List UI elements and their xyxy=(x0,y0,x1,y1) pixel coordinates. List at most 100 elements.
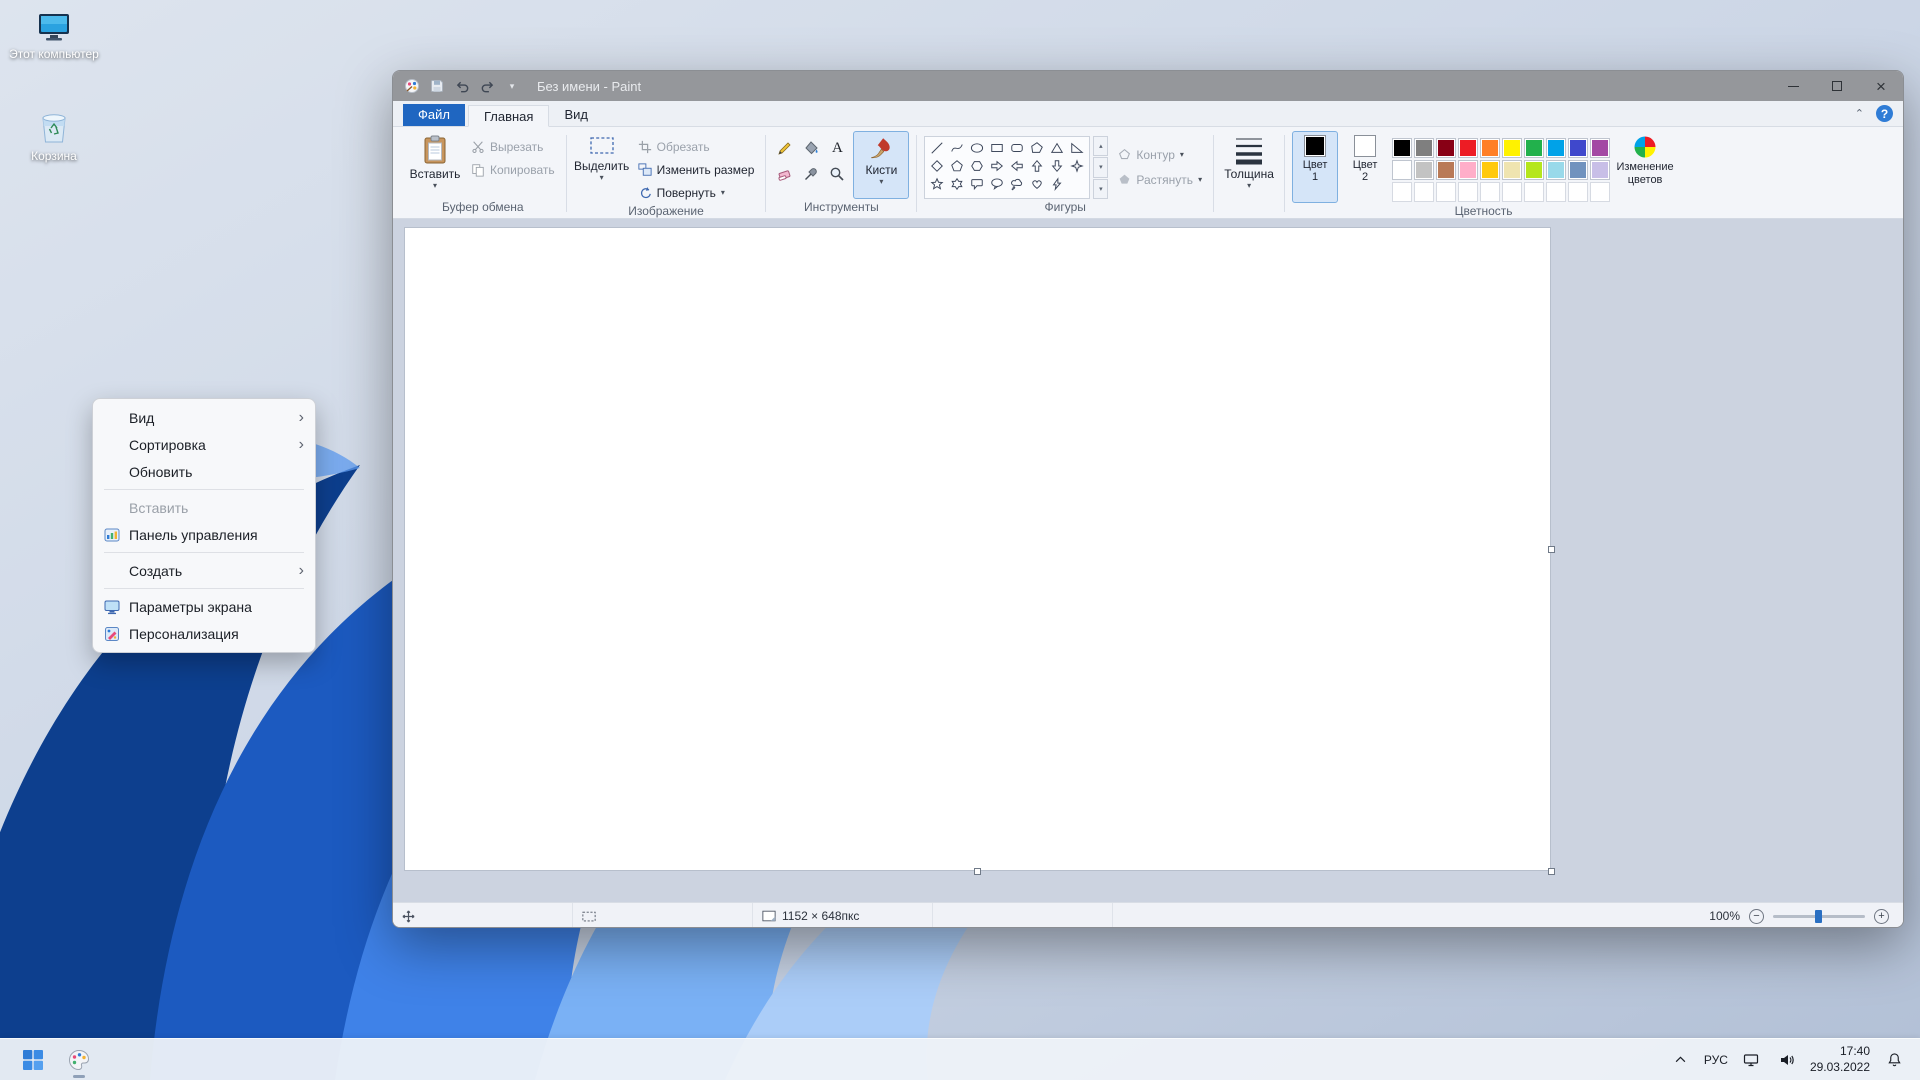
context-menu-item-9[interactable]: Параметры экрана xyxy=(97,593,311,620)
shape-oval[interactable] xyxy=(967,139,987,157)
palette-empty-slot[interactable] xyxy=(1480,182,1500,202)
palette-color-swatch[interactable] xyxy=(1392,138,1412,158)
shape-arrow-right[interactable] xyxy=(987,157,1007,175)
context-menu-item-7[interactable]: Создать› xyxy=(97,557,311,584)
shape-diamond[interactable] xyxy=(927,157,947,175)
shape-oval-callout[interactable] xyxy=(987,175,1007,193)
palette-color-swatch[interactable] xyxy=(1502,138,1522,158)
palette-empty-slot[interactable] xyxy=(1458,182,1478,202)
save-button[interactable] xyxy=(426,74,448,98)
palette-color-swatch[interactable] xyxy=(1458,160,1478,180)
palette-empty-slot[interactable] xyxy=(1414,182,1434,202)
redo-button[interactable] xyxy=(476,74,498,98)
palette-color-swatch[interactable] xyxy=(1524,160,1544,180)
palette-empty-slot[interactable] xyxy=(1546,182,1566,202)
canvas-resize-handle-bottom[interactable] xyxy=(974,868,981,875)
palette-color-swatch[interactable] xyxy=(1414,160,1434,180)
crop-button[interactable]: Обрезать xyxy=(634,136,759,157)
shape-rounded-rectangle[interactable] xyxy=(1007,139,1027,157)
shape-fill-button[interactable]: Растянуть ▾ xyxy=(1114,169,1206,190)
zoom-in-button[interactable]: + xyxy=(1874,909,1889,924)
palette-color-swatch[interactable] xyxy=(1590,160,1610,180)
shape-arrow-up[interactable] xyxy=(1027,157,1047,175)
shapes-scroll-down-icon[interactable]: ▾ xyxy=(1093,157,1108,177)
shape-hexagon[interactable] xyxy=(967,157,987,175)
shape-outline-button[interactable]: Контур ▾ xyxy=(1114,144,1206,165)
palette-color-swatch[interactable] xyxy=(1590,138,1610,158)
brushes-button[interactable]: Кисти ▾ xyxy=(853,131,909,199)
palette-color-swatch[interactable] xyxy=(1436,160,1456,180)
copy-button[interactable]: Копировать xyxy=(467,159,559,180)
palette-color-swatch[interactable] xyxy=(1502,160,1522,180)
paste-button[interactable]: Вставить ▾ xyxy=(407,131,463,199)
shape-heart[interactable] xyxy=(1027,175,1047,193)
start-button[interactable] xyxy=(14,1041,52,1079)
close-button[interactable]: × xyxy=(1859,71,1903,101)
shape-triangle[interactable] xyxy=(1047,139,1067,157)
eraser-tool-button[interactable] xyxy=(773,162,797,186)
shape-rectangle[interactable] xyxy=(987,139,1007,157)
canvas-resize-handle-corner[interactable] xyxy=(1548,868,1555,875)
shape-arrow-left[interactable] xyxy=(1007,157,1027,175)
desktop-icon-this-pc[interactable]: Этот компьютер xyxy=(8,12,100,62)
shapes-scroll-up-icon[interactable]: ▴ xyxy=(1093,136,1108,156)
palette-color-swatch[interactable] xyxy=(1546,138,1566,158)
tab-view[interactable]: Вид xyxy=(549,104,603,126)
palette-color-swatch[interactable] xyxy=(1546,160,1566,180)
resize-button[interactable]: Изменить размер xyxy=(634,159,759,180)
volume-button[interactable] xyxy=(1774,1041,1800,1079)
palette-color-swatch[interactable] xyxy=(1480,160,1500,180)
minimize-button[interactable] xyxy=(1771,71,1815,101)
palette-empty-slot[interactable] xyxy=(1524,182,1544,202)
shape-four-point-star[interactable] xyxy=(1067,157,1087,175)
palette-color-swatch[interactable] xyxy=(1392,160,1412,180)
palette-color-swatch[interactable] xyxy=(1568,160,1588,180)
shape-rounded-callout[interactable] xyxy=(967,175,987,193)
shape-curve[interactable] xyxy=(947,139,967,157)
taskbar-clock[interactable]: 17:40 29.03.2022 xyxy=(1810,1044,1870,1075)
zoom-out-button[interactable]: − xyxy=(1749,909,1764,924)
tab-home[interactable]: Главная xyxy=(468,105,549,127)
palette-color-swatch[interactable] xyxy=(1480,138,1500,158)
palette-empty-slot[interactable] xyxy=(1502,182,1522,202)
shape-polygon[interactable] xyxy=(1027,139,1047,157)
palette-empty-slot[interactable] xyxy=(1590,182,1610,202)
cut-button[interactable]: Вырезать xyxy=(467,136,559,157)
taskbar-paint-button[interactable] xyxy=(60,1041,98,1079)
context-menu-item-0[interactable]: Вид› xyxy=(97,404,311,431)
color1-button[interactable]: Цвет1 xyxy=(1292,131,1338,203)
shapes-more-icon[interactable]: ▾ xyxy=(1093,179,1108,199)
color-picker-tool-button[interactable] xyxy=(799,162,823,186)
context-menu-item-5[interactable]: Панель управления xyxy=(97,521,311,548)
edit-colors-button[interactable]: Изменение цветов xyxy=(1615,131,1675,203)
collapse-ribbon-chevron-icon[interactable]: ⌃ xyxy=(1855,107,1864,120)
desktop-icon-recycle-bin[interactable]: Корзина xyxy=(8,110,100,164)
shape-pentagon[interactable] xyxy=(947,157,967,175)
tray-overflow-button[interactable] xyxy=(1668,1041,1694,1079)
size-button[interactable]: Толщина ▾ xyxy=(1221,131,1277,213)
shape-arrow-down[interactable] xyxy=(1047,157,1067,175)
shape-right-triangle[interactable] xyxy=(1067,139,1087,157)
shape-lightning[interactable] xyxy=(1047,175,1067,193)
palette-color-swatch[interactable] xyxy=(1568,138,1588,158)
zoom-slider-thumb[interactable] xyxy=(1815,910,1822,923)
paint-canvas[interactable] xyxy=(405,228,1550,870)
color2-button[interactable]: Цвет2 xyxy=(1342,131,1388,203)
shape-five-point-star[interactable] xyxy=(927,175,947,193)
tab-file[interactable]: Файл xyxy=(403,104,465,126)
select-button[interactable]: Выделить ▾ xyxy=(574,131,630,203)
palette-empty-slot[interactable] xyxy=(1568,182,1588,202)
network-button[interactable] xyxy=(1738,1041,1764,1079)
palette-color-swatch[interactable] xyxy=(1414,138,1434,158)
rotate-button[interactable]: Повернуть ▾ xyxy=(634,182,759,203)
context-menu-item-2[interactable]: Обновить xyxy=(97,458,311,485)
shape-six-point-star[interactable] xyxy=(947,175,967,193)
help-icon[interactable]: ? xyxy=(1876,105,1893,122)
zoom-slider[interactable] xyxy=(1773,915,1865,918)
language-indicator[interactable]: РУС xyxy=(1704,1053,1728,1067)
palette-color-swatch[interactable] xyxy=(1524,138,1544,158)
context-menu-item-1[interactable]: Сортировка› xyxy=(97,431,311,458)
context-menu-item-10[interactable]: Персонализация xyxy=(97,620,311,647)
magnifier-tool-button[interactable] xyxy=(825,162,849,186)
shape-cloud-callout[interactable] xyxy=(1007,175,1027,193)
